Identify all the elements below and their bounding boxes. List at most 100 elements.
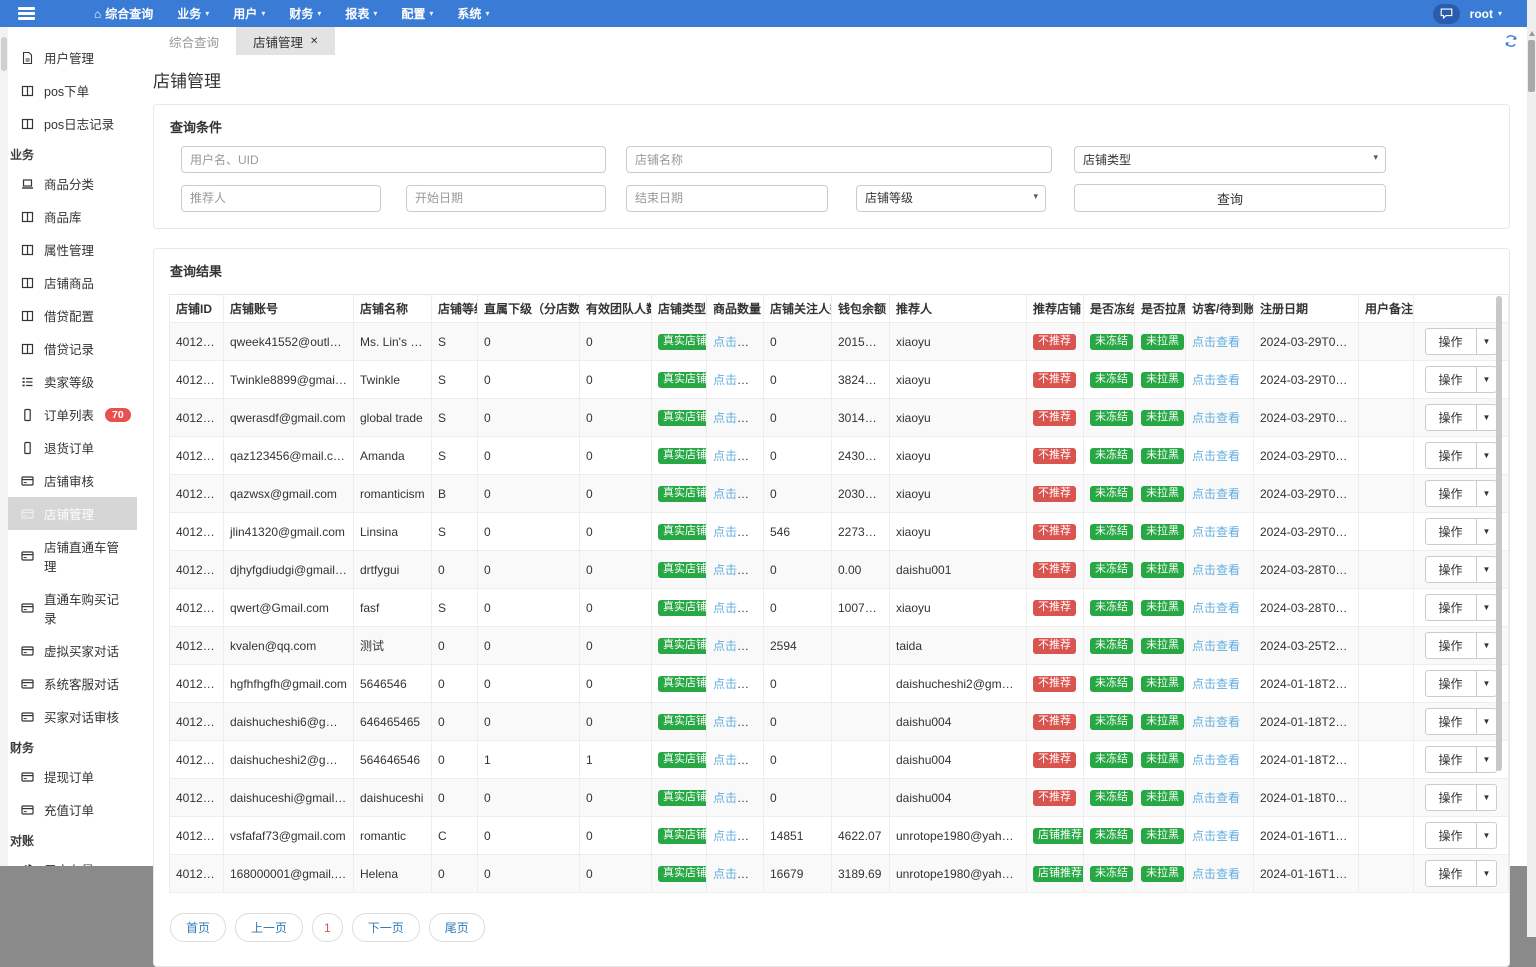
view-link[interactable]: 点击查看 (713, 449, 761, 463)
tab-综合查询[interactable]: 综合查询 (152, 27, 236, 55)
action-dropdown-button[interactable]: ▼ (1476, 708, 1498, 735)
shop-level-select[interactable]: 店铺等级 (856, 184, 1046, 212)
action-dropdown-button[interactable]: ▼ (1476, 670, 1498, 697)
action-dropdown-button[interactable]: ▼ (1476, 518, 1498, 545)
view-link[interactable]: 点击查看 (1192, 791, 1240, 805)
sidebar-item-提现订单[interactable]: 提现订单 (0, 760, 137, 793)
action-dropdown-button[interactable]: ▼ (1476, 746, 1498, 773)
shop-type-select[interactable]: 店铺类型 (1074, 146, 1386, 173)
action-button[interactable]: 操作 (1424, 632, 1477, 659)
action-button[interactable]: 操作 (1424, 328, 1477, 355)
referrer-input[interactable] (181, 184, 381, 212)
end-date-input[interactable] (626, 184, 828, 212)
action-dropdown-button[interactable]: ▼ (1476, 860, 1498, 887)
sidebar-item-直通车购买记录[interactable]: 直通车购买记录 (0, 582, 137, 634)
action-button[interactable]: 操作 (1424, 366, 1477, 393)
sidebar-item-店铺管理[interactable]: 店铺管理 (0, 497, 137, 530)
view-link[interactable]: 点击查看 (1192, 525, 1240, 539)
sidebar-item-系统客服对话[interactable]: 系统客服对话 (0, 667, 137, 700)
view-link[interactable]: 点击查看 (1192, 753, 1240, 767)
action-button[interactable]: 操作 (1424, 670, 1477, 697)
action-button[interactable]: 操作 (1424, 556, 1477, 583)
sidebar-item-属性管理[interactable]: 属性管理 (0, 233, 137, 266)
action-dropdown-button[interactable]: ▼ (1476, 556, 1498, 583)
page-current[interactable]: 1 (312, 913, 343, 942)
sidebar-item-退货订单[interactable]: 退货订单 (0, 431, 137, 464)
action-dropdown-button[interactable]: ▼ (1476, 480, 1498, 507)
table-scrollbar[interactable] (1496, 296, 1502, 771)
action-dropdown-button[interactable]: ▼ (1476, 632, 1498, 659)
action-button[interactable]: 操作 (1424, 480, 1477, 507)
start-date-input[interactable] (406, 184, 606, 212)
view-link[interactable]: 点击查看 (713, 411, 761, 425)
view-link[interactable]: 点击查看 (1192, 449, 1240, 463)
view-link[interactable]: 点击查看 (713, 373, 761, 387)
view-link[interactable]: 点击查看 (713, 677, 761, 691)
view-link[interactable]: 点击查看 (713, 335, 761, 349)
sidebar-item-买家对话审核[interactable]: 买家对话审核 (0, 700, 137, 733)
shop-name-input[interactable] (626, 146, 1052, 173)
navbar-item-综合查询[interactable]: ⌂ 综合查询 (82, 0, 165, 27)
sidebar-item-店铺审核[interactable]: 店铺审核 (0, 464, 137, 497)
navbar-item-用户[interactable]: 用户 ▾ (221, 0, 277, 27)
sidebar-item-借贷配置[interactable]: 借贷配置 (0, 299, 137, 332)
action-button[interactable]: 操作 (1424, 860, 1477, 887)
view-link[interactable]: 点击查看 (1192, 829, 1240, 843)
window-scrollbar[interactable] (1527, 0, 1536, 937)
action-dropdown-button[interactable]: ▼ (1476, 784, 1498, 811)
navbar-item-配置[interactable]: 配置 ▾ (389, 0, 445, 27)
navbar-item-报表[interactable]: 报表 ▾ (333, 0, 389, 27)
view-link[interactable]: 点击查看 (713, 563, 761, 577)
view-link[interactable]: 点击查看 (713, 639, 761, 653)
sidebar-toggle-icon[interactable] (10, 3, 44, 24)
action-button[interactable]: 操作 (1424, 518, 1477, 545)
sidebar-item-订单列表[interactable]: 订单列表 70 (0, 398, 137, 431)
page-button-上一页[interactable]: 上一页 (235, 913, 304, 942)
page-button-首页[interactable]: 首页 (170, 913, 227, 942)
chat-button[interactable] (1432, 3, 1460, 24)
navbar-item-系统[interactable]: 系统 ▾ (445, 0, 501, 27)
sidebar-item-pos下单[interactable]: pos下单 (0, 74, 137, 107)
sidebar-item-pos日志记录[interactable]: pos日志记录 (0, 107, 137, 140)
view-link[interactable]: 点击查看 (1192, 487, 1240, 501)
action-button[interactable]: 操作 (1424, 708, 1477, 735)
view-link[interactable]: 点击查看 (713, 715, 761, 729)
action-button[interactable]: 操作 (1424, 404, 1477, 431)
page-button-尾页[interactable]: 尾页 (428, 913, 485, 942)
scrollbar-thumb[interactable] (1528, 40, 1535, 92)
sidebar-item-虚拟买家对话[interactable]: 虚拟买家对话 (0, 634, 137, 667)
sidebar-item-店铺商品[interactable]: 店铺商品 (0, 266, 137, 299)
refresh-icon[interactable] (1504, 34, 1518, 48)
view-link[interactable]: 点击查看 (1192, 867, 1240, 881)
sidebar-scrollbar[interactable] (0, 27, 8, 866)
action-dropdown-button[interactable]: ▼ (1476, 442, 1498, 469)
view-link[interactable]: 点击查看 (713, 753, 761, 767)
username-uid-input[interactable] (181, 146, 606, 173)
sidebar-item-借贷记录[interactable]: 借贷记录 (0, 332, 137, 365)
sidebar-item-卖家等级[interactable]: 卖家等级 (0, 365, 137, 398)
user-menu[interactable]: root ▾ (1470, 7, 1502, 21)
action-button[interactable]: 操作 (1424, 442, 1477, 469)
action-dropdown-button[interactable]: ▼ (1476, 404, 1498, 431)
view-link[interactable]: 点击查看 (1192, 411, 1240, 425)
action-dropdown-button[interactable]: ▼ (1476, 822, 1498, 849)
view-link[interactable]: 点击查看 (1192, 373, 1240, 387)
view-link[interactable]: 点击查看 (1192, 715, 1240, 729)
view-link[interactable]: 点击查看 (713, 487, 761, 501)
search-button[interactable]: 查询 (1074, 184, 1386, 212)
tab-店铺管理[interactable]: 店铺管理 ✕ (236, 27, 336, 55)
action-button[interactable]: 操作 (1424, 746, 1477, 773)
action-dropdown-button[interactable]: ▼ (1476, 328, 1498, 355)
view-link[interactable]: 点击查看 (1192, 601, 1240, 615)
sidebar-item-商品库[interactable]: 商品库 (0, 200, 137, 233)
view-link[interactable]: 点击查看 (1192, 563, 1240, 577)
navbar-item-业务[interactable]: 业务 ▾ (165, 0, 221, 27)
sidebar-item-店铺直通车管理[interactable]: 店铺直通车管理 (0, 530, 137, 582)
view-link[interactable]: 点击查看 (713, 791, 761, 805)
view-link[interactable]: 点击查看 (713, 601, 761, 615)
close-icon[interactable]: ✕ (310, 36, 318, 47)
action-button[interactable]: 操作 (1424, 784, 1477, 811)
view-link[interactable]: 点击查看 (1192, 335, 1240, 349)
page-button-下一页[interactable]: 下一页 (351, 913, 420, 942)
sidebar-item-充值订单[interactable]: 充值订单 (0, 793, 137, 826)
